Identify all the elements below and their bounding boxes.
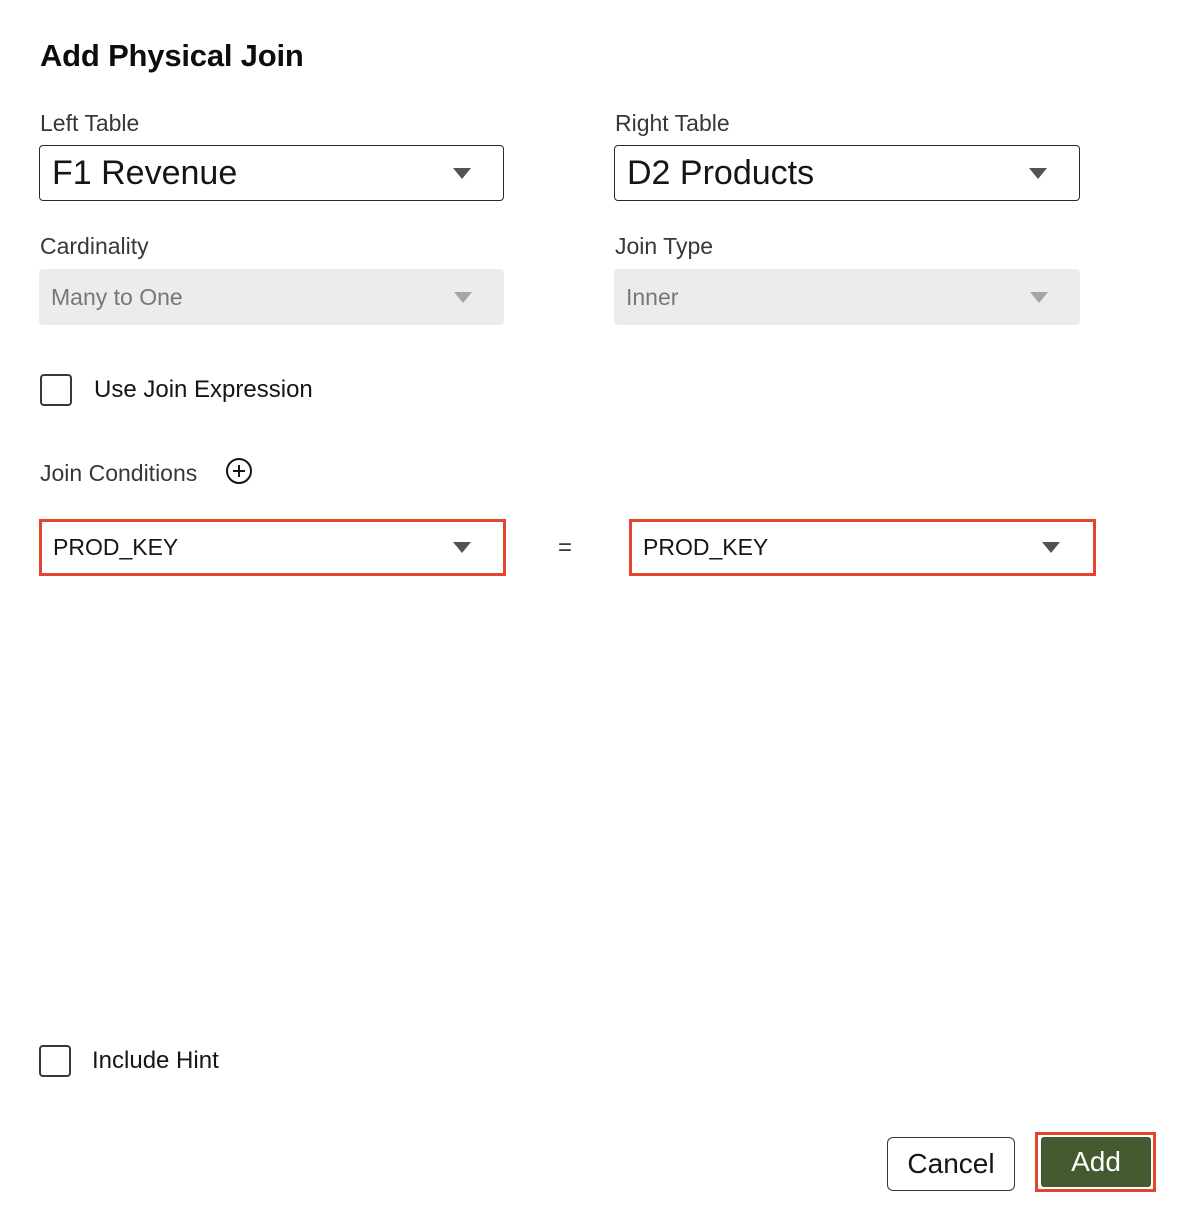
add-circle-icon[interactable] xyxy=(225,457,253,485)
right-table-label: Right Table xyxy=(615,110,730,136)
add-physical-join-dialog: Add Physical Join Left Table F1 Revenue … xyxy=(0,0,1194,1232)
right-column-highlight xyxy=(629,519,1096,576)
cancel-button[interactable]: Cancel xyxy=(887,1137,1015,1191)
join-type-value: Inner xyxy=(626,283,679,310)
chevron-down-icon xyxy=(1029,167,1047,179)
join-conditions-label: Join Conditions xyxy=(40,460,198,486)
chevron-down-icon xyxy=(454,291,472,303)
dialog-title: Add Physical Join xyxy=(40,38,304,73)
include-hint-label: Include Hint xyxy=(92,1047,219,1074)
left-table-value: F1 Revenue xyxy=(52,153,238,192)
include-hint-checkbox[interactable] xyxy=(39,1045,71,1077)
add-button[interactable]: Add xyxy=(1041,1137,1151,1187)
cardinality-select: Many to One xyxy=(39,269,504,325)
right-table-select[interactable]: D2 Products xyxy=(614,145,1080,201)
join-type-select: Inner xyxy=(614,269,1080,325)
left-table-label: Left Table xyxy=(40,110,140,136)
chevron-down-icon xyxy=(1030,291,1048,303)
right-table-value: D2 Products xyxy=(627,153,815,192)
join-type-label: Join Type xyxy=(615,233,714,259)
cardinality-value: Many to One xyxy=(51,283,183,310)
join-operator: = xyxy=(558,534,573,561)
left-column-highlight xyxy=(39,519,506,576)
use-join-expression-checkbox[interactable] xyxy=(40,374,72,406)
left-table-select[interactable]: F1 Revenue xyxy=(39,145,504,201)
cardinality-label: Cardinality xyxy=(40,233,149,259)
chevron-down-icon xyxy=(453,167,471,179)
use-join-expression-label: Use Join Expression xyxy=(94,376,313,403)
